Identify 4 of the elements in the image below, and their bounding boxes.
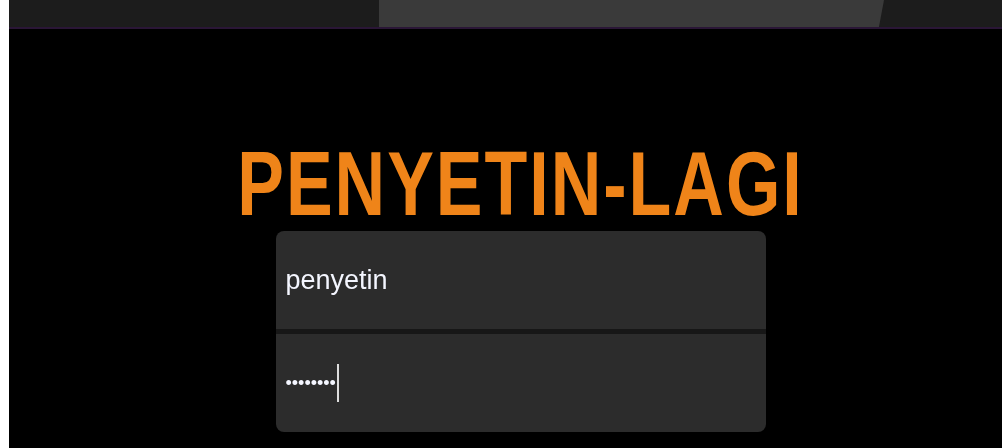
site-title: PENYETIN-LAGI [237, 141, 804, 227]
browser-tab[interactable] [379, 0, 884, 27]
username-field[interactable]: penyetin [275, 231, 766, 334]
password-field[interactable]: •••••••• [275, 334, 766, 432]
